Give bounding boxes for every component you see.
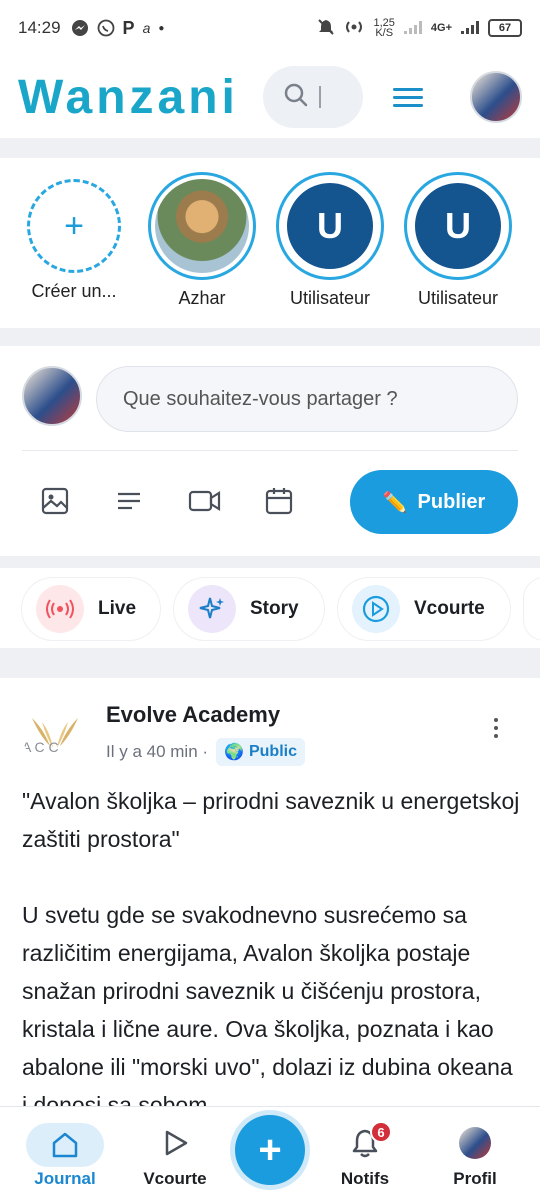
nav-label: Profil [453,1169,497,1188]
home-icon [26,1123,104,1167]
publish-button[interactable]: ✏️ Publier [350,470,518,534]
nav-profil[interactable]: Profil [430,1123,520,1189]
signature-icon: a [142,20,151,36]
story-ring: U [276,172,384,280]
speed-unit: K/S [375,27,394,39]
play-icon [352,585,400,633]
messenger-icon [71,19,89,37]
more-chip[interactable] [524,578,540,640]
nav-vcourte[interactable]: Vcourte [130,1123,220,1189]
nav-label: Vcourte [143,1169,207,1188]
video-icon[interactable] [188,484,222,518]
story-azhar[interactable]: Azhar [142,172,262,309]
hamburger-icon[interactable] [392,87,423,107]
search-caret [318,86,321,108]
quick-actions: Live Story Vcourte [0,568,540,648]
visibility-badge: 🌍 Public [216,738,305,766]
network-type: 4G+ [430,22,452,34]
search-icon [283,82,309,113]
app-header: Wa nzani [0,56,540,138]
network-speed: 1,25 K/S [373,18,394,39]
post-author-avatar[interactable]: A C C [22,700,88,766]
logo-part1: Wa [18,70,97,124]
whatsapp-icon [97,19,115,37]
post-body: "Avalon školjka – prirodni saveznik u en… [22,782,522,1108]
signal-icon [403,19,423,38]
mute-icon [317,18,335,39]
bell-icon: 6 [320,1121,410,1163]
svg-text:A C C: A C C [22,739,59,755]
calendar-icon[interactable] [262,484,296,518]
composer-divider [22,450,518,451]
p-app-icon: P [122,17,135,38]
story-ring [148,172,256,280]
hotspot-icon [343,18,365,39]
post-author-name[interactable]: Evolve Academy [106,702,280,728]
story-label: Utilisateur [417,288,499,308]
more-options-icon[interactable] [494,718,500,738]
app-logo[interactable]: Wa nzani [18,70,239,125]
live-chip[interactable]: Live [22,578,160,640]
dot-icon: ● [158,22,165,34]
story-user-1[interactable]: U Utilisateur [270,172,390,309]
story-label: Azhar [178,288,226,308]
post-paragraph: "Avalon školjka – prirodni saveznik u en… [22,788,520,852]
create-fab-button[interactable]: + [235,1115,305,1185]
visibility-label: Public [248,743,297,760]
story-avatar-initial: U [283,179,377,273]
battery-icon: 67 [488,19,522,37]
vcourte-chip[interactable]: Vcourte [338,578,510,640]
nav-notifs[interactable]: 6 Notifs [320,1121,410,1189]
nav-avatar [459,1127,491,1159]
nav-label: Notifs [340,1169,390,1188]
live-label: Live [98,598,137,619]
image-icon[interactable] [38,484,72,518]
status-bar: 14:29 P a ● 1,25 K/S 4G+ 67 [0,0,540,56]
story-create[interactable]: + Créer un... [14,172,134,302]
story-label: Story [250,598,299,619]
post-time: Il y a 40 min · [106,742,209,761]
text-icon[interactable] [112,484,146,518]
notification-count-badge: 6 [370,1121,392,1143]
profile-avatar-icon [430,1123,520,1163]
globe-icon: 🌍 [224,744,244,761]
sparkle-icon [188,585,236,633]
nav-journal[interactable]: Journal [20,1123,110,1189]
search-button[interactable] [262,66,363,128]
story-avatar-photo [155,179,249,273]
post-composer: Que souhaitez-vous partager ? ✏️ Publier [0,346,540,556]
story-chip[interactable]: Story [174,578,324,640]
story-create-ring: + [27,179,121,273]
live-icon [36,585,84,633]
story-avatar-initial: U [411,179,505,273]
nav-label: Journal [34,1169,96,1188]
publish-label: Publier [417,490,486,513]
story-user-2[interactable]: U Utilisateur [398,172,518,309]
signal-strength-icon [460,19,480,38]
logo-part2: nzani [96,70,239,124]
status-time: 14:29 [18,18,61,37]
plus-icon: + [64,206,84,245]
pencil-icon: ✏️ [382,491,408,514]
vcourte-label: Vcourte [414,598,485,619]
story-label: Utilisateur [289,288,371,308]
composer-avatar[interactable] [22,366,82,426]
header-avatar[interactable] [470,71,522,123]
story-label: Créer un... [31,281,117,301]
stories-row: + Créer un... Azhar U Utilisateur U Util… [0,158,540,328]
bottom-nav: Journal Vcourte + 6 Notifs Profil [0,1106,540,1200]
post-meta: Il y a 40 min · 🌍 Public [106,738,305,766]
post-paragraph: U svetu gde se svakodnevno susrećemo sa … [22,902,513,1108]
play-icon [130,1123,220,1163]
feed-post: A C C Evolve Academy Il y a 40 min · 🌍 P… [0,678,540,1108]
composer-input[interactable]: Que souhaitez-vous partager ? [96,366,518,432]
story-ring: U [404,172,512,280]
